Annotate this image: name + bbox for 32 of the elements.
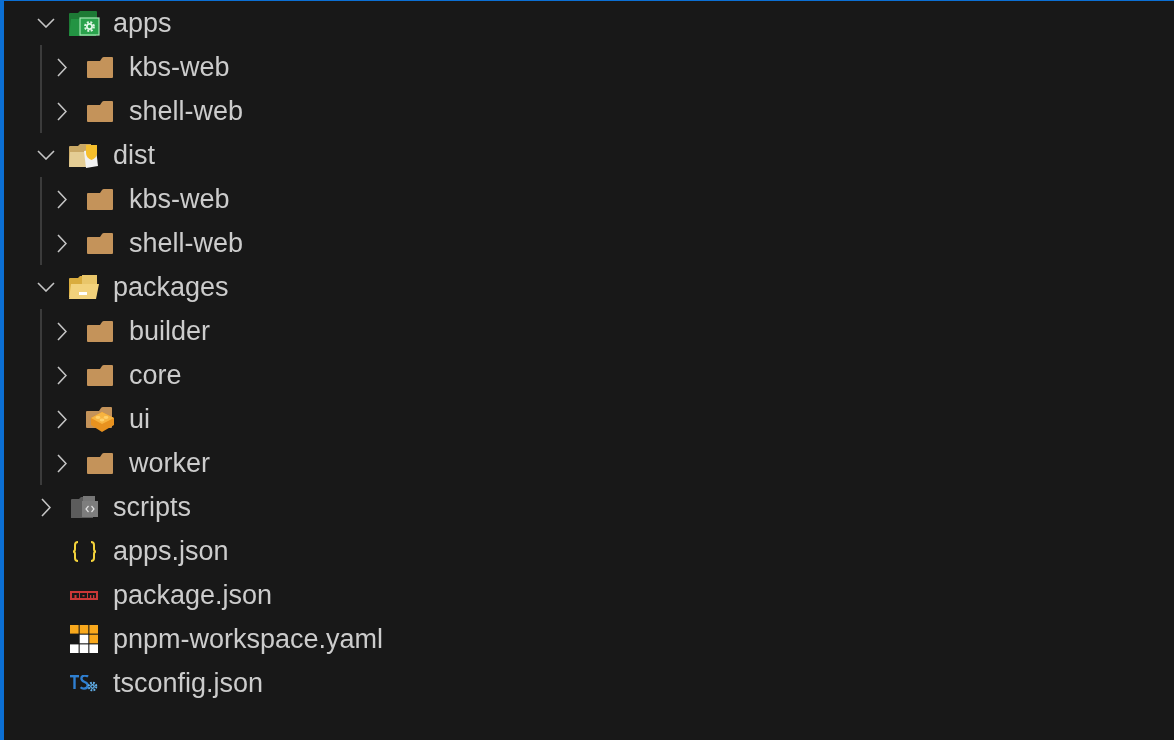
tree-item[interactable]: package.json xyxy=(36,573,273,617)
tree-item[interactable]: kbs-web xyxy=(52,177,230,221)
npm-logo-icon xyxy=(70,590,98,600)
braces-icon xyxy=(71,540,97,562)
tree-item[interactable]: dist xyxy=(36,133,156,177)
tree-item[interactable]: shell-web xyxy=(52,89,244,133)
tree-item[interactable]: kbs-web xyxy=(52,45,230,89)
tree-item[interactable]: pnpm-workspace.yaml xyxy=(36,617,384,661)
folder-icon xyxy=(87,100,113,122)
folder-icon xyxy=(87,452,113,474)
folder-icon xyxy=(87,188,113,210)
tree-item[interactable]: builder xyxy=(52,309,211,353)
folder-code-icon xyxy=(70,496,98,518)
folder-brick-icon xyxy=(86,406,114,432)
open-folder-icon xyxy=(69,142,99,168)
tree-item[interactable]: ui xyxy=(52,397,150,441)
tree-item[interactable]: apps.json xyxy=(36,529,229,573)
tree-item[interactable]: core xyxy=(52,353,182,397)
tree-item[interactable]: packages xyxy=(36,265,229,309)
folder-icon xyxy=(87,364,113,386)
tree-item[interactable]: scripts xyxy=(36,485,191,529)
folder-icon xyxy=(87,320,113,342)
folder-icon xyxy=(87,56,113,78)
tree-item[interactable]: shell-web xyxy=(52,221,244,265)
folder-icon xyxy=(87,232,113,254)
folder-gear-icon xyxy=(68,10,100,36)
tree-item[interactable]: worker xyxy=(52,441,210,485)
grid-squares-icon xyxy=(70,625,98,653)
open-folder-box-icon xyxy=(69,275,99,299)
ts-gear-icon xyxy=(70,674,98,692)
tree-item[interactable]: tsconfig.json xyxy=(36,661,264,705)
tree-item[interactable]: apps xyxy=(36,1,172,45)
